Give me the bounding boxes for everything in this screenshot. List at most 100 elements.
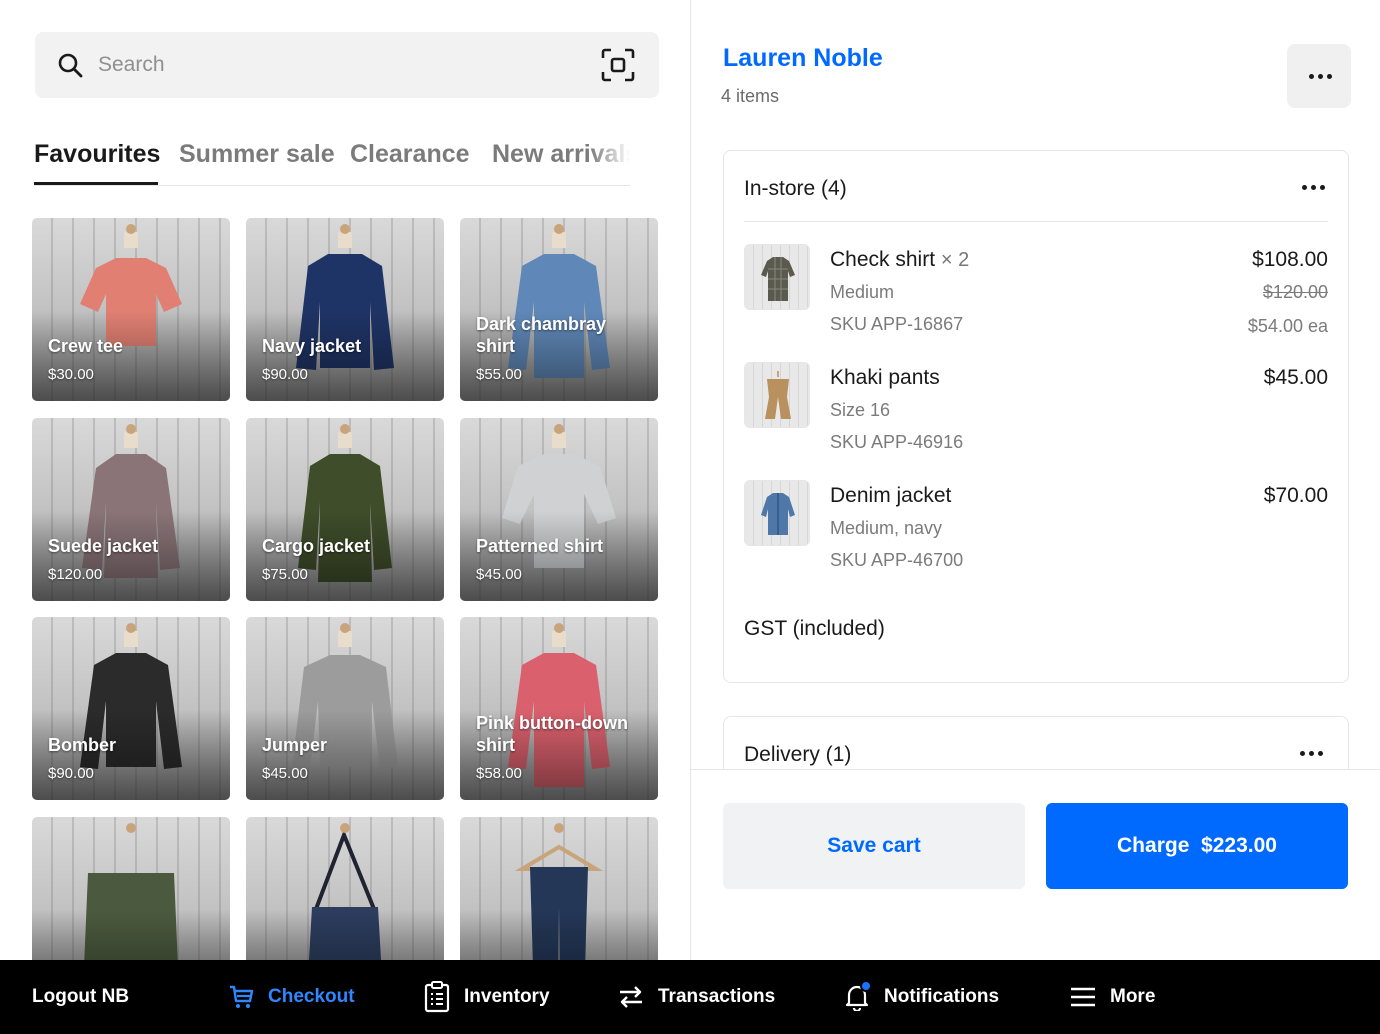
- hanger-hook: [554, 423, 564, 434]
- nav-logout[interactable]: Logout NB: [32, 960, 129, 1034]
- item-thumbnail: [744, 362, 810, 428]
- product-price: $45.00: [262, 765, 308, 782]
- instore-more-icon[interactable]: [1302, 185, 1325, 190]
- clipboard-icon: [424, 981, 450, 1013]
- cart-line-item[interactable]: Khaki pants Size 16 SKU APP-46916 $45.00: [744, 362, 1328, 472]
- product-name: Patterned shirt: [476, 535, 604, 556]
- product-name: Dark chambray shirt: [476, 314, 607, 356]
- search-icon: [58, 53, 83, 78]
- customer-name[interactable]: Lauren Noble: [723, 44, 883, 73]
- item-variant: Medium: [830, 282, 895, 302]
- hanger-hook: [554, 623, 564, 633]
- cart-line-item[interactable]: Denim jacket Medium, navy SKU APP-46700 …: [744, 480, 1328, 590]
- product-tile[interactable]: Jumper $45.00: [246, 617, 444, 800]
- hamburger-menu-icon: [1071, 987, 1095, 1007]
- item-quantity: × 2: [940, 249, 970, 271]
- nav-transactions[interactable]: Transactions: [618, 960, 775, 1034]
- item-sku: SKU APP-46916: [830, 432, 964, 452]
- active-tab-indicator: [34, 182, 158, 185]
- bottom-nav: Logout NB Checkout Inventory Transaction…: [0, 960, 1380, 1034]
- instore-section: In-store (4) Check shirt × 2 Medium SKU …: [723, 150, 1349, 683]
- item-thumbnail: [744, 480, 810, 546]
- item-unit-price: $54.00 ea: [1247, 316, 1328, 336]
- product-name: Crew tee: [48, 336, 124, 356]
- nav-notifications[interactable]: Notifications: [844, 960, 999, 1034]
- item-thumbnail: [744, 244, 810, 310]
- item-price: $45.00: [1263, 366, 1328, 389]
- cart-more-button[interactable]: [1287, 44, 1351, 108]
- cart-panel: Lauren Noble 4 items In-store (4) Check …: [691, 0, 1380, 960]
- nav-inventory[interactable]: Inventory: [424, 960, 550, 1034]
- hanger-hook: [340, 224, 350, 234]
- hanger-hook: [340, 822, 350, 833]
- save-cart-button[interactable]: Save cart: [723, 803, 1025, 889]
- product-name: Navy jacket: [262, 336, 362, 356]
- tab-clearance[interactable]: Clearance: [350, 140, 470, 169]
- more-dots-icon: [1309, 74, 1332, 79]
- hanger-hook: [340, 423, 350, 434]
- item-variant: Medium, navy: [830, 518, 943, 538]
- item-sku: SKU APP-46700: [830, 550, 964, 570]
- hanger-hook: [126, 423, 136, 434]
- product-tile[interactable]: Messenger bag: [246, 816, 444, 960]
- product-price: $120.00: [48, 565, 103, 583]
- delivery-more-icon[interactable]: [1300, 751, 1323, 756]
- product-name: Suede jacket: [48, 535, 159, 556]
- hanger-hook: [126, 623, 136, 633]
- item-price: $70.00: [1263, 484, 1328, 507]
- delivery-title: Delivery (1): [744, 743, 852, 766]
- product-price: $90.00: [48, 765, 94, 782]
- cart-line-item[interactable]: Check shirt × 2 Medium SKU APP-16867 $10…: [744, 244, 1328, 354]
- nav-notifications-label: Notifications: [884, 986, 1000, 1007]
- nav-transactions-label: Transactions: [658, 986, 776, 1007]
- product-tile[interactable]: Dark denim jeans: [460, 816, 658, 960]
- hanger-hook: [554, 822, 564, 833]
- search-bar[interactable]: Search: [35, 32, 659, 98]
- nav-inventory-label: Inventory: [464, 986, 550, 1007]
- product-name: Cargo jacket: [262, 535, 371, 556]
- product-tile[interactable]: Pink button-down shirt $58.00: [460, 617, 658, 800]
- charge-label: Charge: [1117, 834, 1190, 857]
- instore-title: In-store (4): [744, 177, 847, 200]
- nav-more[interactable]: More: [1070, 960, 1155, 1034]
- product-price: $30.00: [48, 366, 94, 383]
- tile-shade: [246, 909, 444, 960]
- tile-shade: [32, 909, 230, 960]
- item-name-row: Check shirt × 2: [830, 248, 969, 272]
- product-price: $75.00: [262, 565, 308, 583]
- item-variant: Size 16: [830, 400, 891, 420]
- nav-checkout[interactable]: Checkout: [228, 960, 355, 1034]
- tab-favourites[interactable]: Favourites: [34, 140, 160, 169]
- gst-label: GST (included): [744, 617, 885, 640]
- barcode-scan-icon[interactable]: [601, 48, 635, 82]
- product-panel: Search Favourites Summer sale Clearance …: [0, 0, 690, 960]
- search-input[interactable]: Search: [98, 32, 165, 98]
- item-name: Denim jacket: [830, 484, 952, 507]
- hanger-hook: [340, 623, 350, 633]
- product-tile[interactable]: Cargo jacket $75.00: [246, 417, 444, 601]
- product-name: Jumper: [262, 735, 328, 755]
- tab-summer-sale[interactable]: Summer sale: [179, 140, 335, 169]
- product-tile[interactable]: Dark chambray shirt $55.00: [460, 218, 658, 401]
- product-tile[interactable]: Satchel: [32, 816, 230, 960]
- charge-button[interactable]: Charge $223.00: [1046, 803, 1348, 889]
- item-original-price: $120.00: [1262, 282, 1328, 302]
- notification-badge: [860, 980, 872, 992]
- product-tile[interactable]: Navy jacket $90.00: [246, 218, 444, 401]
- nav-more-label: More: [1110, 986, 1156, 1007]
- item-name: Khaki pants: [830, 366, 940, 389]
- product-tile[interactable]: Patterned shirt $45.00: [460, 417, 658, 601]
- item-price: $108.00: [1252, 248, 1328, 271]
- product-tile[interactable]: Suede jacket $120.00: [32, 417, 230, 601]
- hanger-hook: [554, 224, 564, 234]
- product-tile[interactable]: Crew tee $30.00: [32, 218, 230, 401]
- item-name-row: Denim jacket: [830, 484, 951, 508]
- category-tabs: Favourites Summer sale Clearance New arr…: [34, 128, 630, 186]
- product-price: $55.00: [476, 366, 522, 383]
- product-tile[interactable]: Bomber $90.00: [32, 617, 230, 800]
- tile-shade: [460, 909, 658, 960]
- item-sku: SKU APP-16867: [830, 314, 964, 334]
- actions-divider: [691, 769, 1380, 770]
- item-name-row: Khaki pants: [830, 366, 940, 390]
- cart-icon: [230, 985, 254, 1008]
